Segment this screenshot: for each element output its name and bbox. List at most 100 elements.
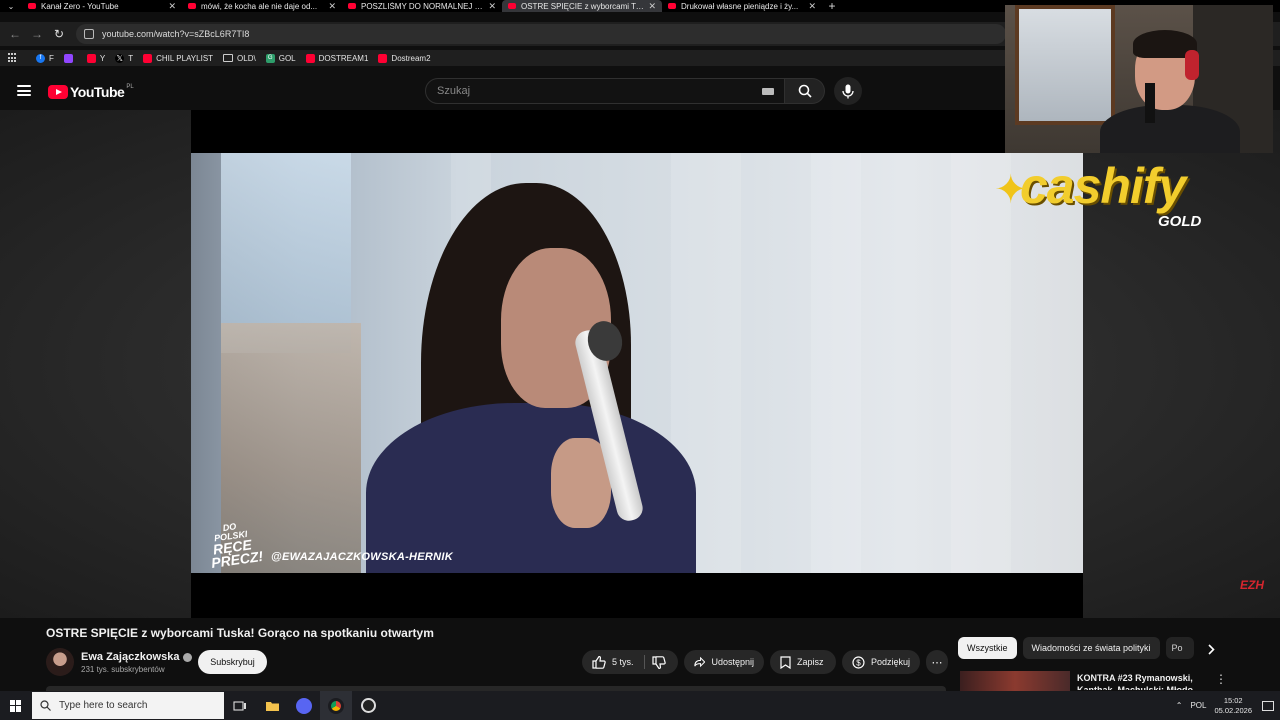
discord-app-icon[interactable] [288,691,320,720]
notification-icon[interactable] [1262,700,1274,711]
browser-tab[interactable]: Kanał Zero - YouTube ✕ [22,0,182,12]
site-info-icon[interactable] [84,29,94,39]
browser-tab[interactable]: mówi, że kocha ale nie daje od... ✕ [182,0,342,12]
keyboard-icon[interactable] [762,88,774,95]
tab-close-icon[interactable]: ✕ [328,1,336,12]
bookmark-label: DOSTREAM1 [318,53,369,63]
youtube-icon [305,53,315,63]
tab-label: Drukował własne pieniądze i ży... [681,1,799,11]
bookmark-label: T [128,53,134,63]
youtube-favicon-icon [28,3,36,9]
speaker-jacket [366,403,696,573]
like-divider [644,655,645,669]
apps-grid-icon[interactable] [8,53,18,63]
youtube-icon [378,53,388,63]
bookmark-label: Y [99,53,106,63]
obs-app-icon[interactable] [352,691,384,720]
video-handle-overlay: @EWAZAJACZKOWSKA-HERNIK [271,551,454,563]
twitch-icon [63,53,73,63]
bookmark-item[interactable] [63,53,77,63]
tab-search-chevron-icon[interactable]: ⌄ [0,0,22,12]
youtube-play-logo-icon [48,85,68,99]
bookmark-item[interactable]: Dostream2 [378,53,431,63]
bookmark-label: Dostream2 [391,53,431,63]
bookmark-item[interactable]: OLD\ [223,54,256,63]
recommendation-more-icon[interactable]: ⋮ [1215,672,1227,686]
clock-time: 15:02 [1223,695,1243,705]
file-explorer-icon[interactable] [256,691,288,720]
youtube-logo[interactable]: YouTube PL [48,84,134,100]
chevron-right-icon[interactable] [1200,638,1222,660]
menu-hamburger-icon[interactable] [17,85,31,96]
taskbar-search-input[interactable]: Type here to search [32,692,224,719]
new-tab-plus-icon[interactable]: + [822,0,842,13]
bookmark-item[interactable]: 𝕏T [115,53,134,63]
tray-chevron-up-icon[interactable]: ⌃ [1176,701,1183,710]
tab-close-icon[interactable]: ✕ [168,1,176,12]
bookmark-label: OLD\ [237,53,256,63]
g-icon: G [265,53,275,63]
windows-start-button[interactable] [0,691,32,720]
bookmark-label: GOL [278,53,296,63]
system-tray: ⌃ POL 15:02 05.02.2026 [1176,691,1280,720]
youtube-favicon-icon [188,3,196,9]
youtube-wordmark: YouTube [70,84,125,100]
reload-icon[interactable]: ↻ [48,23,70,45]
thumbs-up-icon[interactable] [592,655,606,669]
recommendation-thumbnail[interactable] [960,671,1070,691]
search-icon [798,84,812,98]
bookmark-icon [780,655,791,669]
tab-close-icon[interactable]: ✕ [808,1,816,12]
webcam-headset [1185,50,1199,80]
bookmark-item[interactable]: DOSTREAM1 [305,53,369,63]
save-label: Zapisz [797,657,824,667]
tab-close-icon[interactable]: ✕ [488,1,496,12]
sponsor-sub: GOLD [1158,213,1202,230]
more-actions-icon[interactable]: ⋯ [926,650,948,674]
tab-label: POSZLIŚMY DO NORMALNEJ P... [361,1,485,11]
tab-close-icon[interactable]: ✕ [648,1,656,12]
chip-politics-news[interactable]: Wiadomości ze świata polityki [1022,637,1160,659]
thanks-button[interactable]: $ Podziękuj [842,650,920,674]
bookmark-item[interactable]: CHIL PLAYLIST [143,53,214,63]
chrome-app-icon[interactable] [320,691,352,720]
webcam-shirt [1100,105,1240,153]
like-count[interactable]: 5 tys. [612,657,634,667]
url-field[interactable]: youtube.com/watch?v=sZBcL6R7TI8 [76,24,1006,44]
youtube-icon [86,53,96,63]
browser-tab[interactable]: POSZLIŚMY DO NORMALNEJ P... ✕ [342,0,502,12]
video-player[interactable]: DO POLSKI RĘCE PRECZ! @EWAZAJACZKOWSKA-H… [191,110,1083,618]
windows-logo-icon [10,699,22,712]
bookmark-label: CHIL PLAYLIST [156,53,214,63]
bookmark-item[interactable]: G GOL [265,53,296,63]
youtube-favicon-icon [668,3,676,9]
video-actions: 5 tys. Udostępnij Zapisz $ Podziękuj ⋯ [0,650,960,674]
clock-date: 05.02.2026 [1214,705,1252,715]
search-input[interactable]: Szukaj [425,78,785,104]
video-title: OSTRE SPIĘCIE z wyborcami Tuska! Gorąco … [46,626,434,640]
video-frame[interactable]: DO POLSKI RĘCE PRECZ! @EWAZAJACZKOWSKA-H… [191,153,1083,573]
recommendation-title[interactable]: KONTRA #23 Rymanowski, Kanthak, Machulsk… [1077,672,1207,690]
bookmark-label: F [49,53,54,63]
thanks-dollar-icon: $ [852,655,865,669]
search-button[interactable] [785,78,825,104]
language-indicator[interactable]: POL [1190,701,1206,710]
thumbs-down-icon[interactable] [652,656,666,669]
taskbar-clock[interactable]: 15:02 05.02.2026 [1214,696,1252,716]
voice-search-button[interactable] [834,77,862,105]
chip-all[interactable]: Wszystkie [958,637,1017,659]
bookmark-item[interactable]: fF [36,53,54,63]
like-dislike-group: 5 tys. [582,650,678,674]
share-button[interactable]: Udostępnij [684,650,764,674]
x-icon: 𝕏 [115,53,125,63]
save-button[interactable]: Zapisz [770,650,836,674]
search-placeholder: Szukaj [437,85,471,97]
browser-tab-active[interactable]: OSTRE SPIĘCIE z wyborcami Tu... ✕ [502,0,662,12]
bookmark-item[interactable]: Y [86,53,106,63]
task-view-icon[interactable] [224,691,256,720]
browser-tab[interactable]: Drukował własne pieniądze i ży... ✕ [662,0,822,12]
tab-label: Kanał Zero - YouTube [41,1,119,11]
chip-partial[interactable]: Po [1165,637,1194,659]
back-arrow-icon[interactable]: ← [4,23,26,45]
forward-arrow-icon[interactable]: → [26,23,48,45]
